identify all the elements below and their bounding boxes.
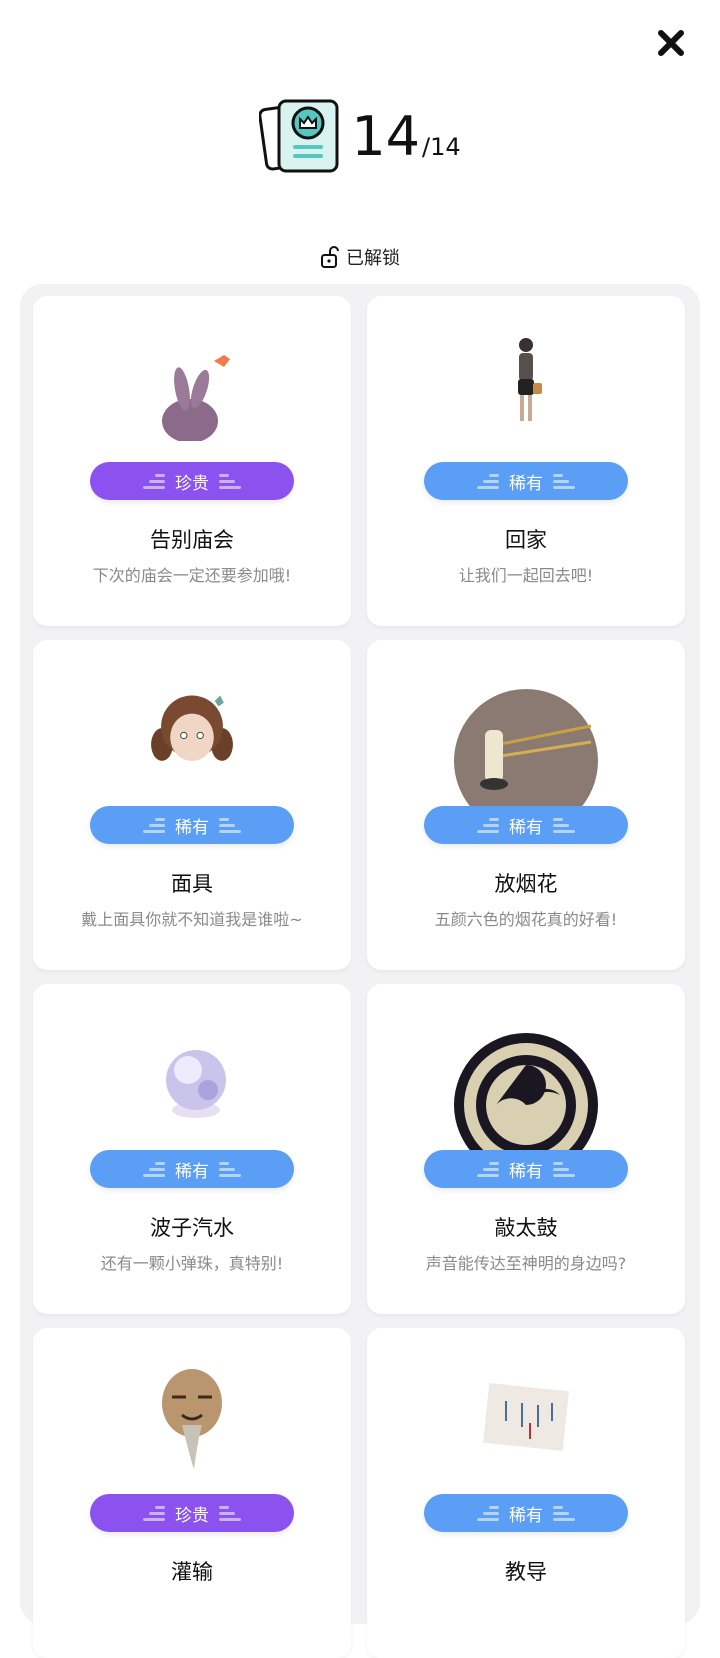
unlock-label: 已解锁 (346, 248, 400, 269)
girl-mask-icon (142, 680, 242, 780)
collection-card[interactable]: 稀有 敲太鼓 声音能传达至神明的身边吗? (367, 984, 685, 1314)
rarity-badge: 稀有 (424, 1150, 628, 1188)
noh-mask-icon (142, 1368, 242, 1469)
rarity-label: 稀有 (509, 1161, 543, 1182)
card-title: 面具 (171, 872, 213, 896)
card-title: 告别庙会 (150, 528, 234, 552)
collection-card[interactable]: 珍贵 灌输 (33, 1328, 351, 1658)
unlock-icon (321, 246, 339, 268)
fireworks-candle-icon (451, 686, 601, 806)
total-count: /14 (422, 133, 461, 161)
collection-card[interactable]: 稀有 放烟花 五颜六色的烟花真的好看! (367, 640, 685, 970)
rarity-label: 稀有 (509, 817, 543, 838)
rarity-label: 珍贵 (175, 1505, 209, 1526)
rarity-badge: 稀有 (90, 1150, 294, 1188)
rarity-badge: 珍贵 (90, 1494, 294, 1532)
rarity-badge: 珍贵 (90, 462, 294, 500)
rarity-badge: 稀有 (424, 806, 628, 844)
collection-grid: 珍贵 告别庙会 下次的庙会一定还要参加哦! 稀有 回家 让我们一起回去吧! 稀有… (33, 296, 687, 1658)
close-button[interactable] (656, 28, 686, 58)
collection-header: 14 /14 (0, 92, 720, 182)
card-title: 教导 (505, 1560, 547, 1584)
card-description: 让我们一起回去吧! (458, 566, 594, 585)
card-title: 回家 (505, 528, 547, 552)
rarity-label: 稀有 (509, 1505, 543, 1526)
collection-count: 14 /14 (351, 110, 460, 164)
collection-panel: 珍贵 告别庙会 下次的庙会一定还要参加哦! 稀有 回家 让我们一起回去吧! 稀有… (20, 284, 700, 1658)
card-description: 下次的庙会一定还要参加哦! (92, 566, 292, 585)
card-description: 五颜六色的烟花真的好看! (434, 910, 618, 929)
card-title: 波子汽水 (150, 1216, 234, 1240)
rarity-label: 珍贵 (175, 473, 209, 494)
unlock-filter[interactable]: 已解锁 (0, 242, 720, 272)
collection-card[interactable]: 稀有 波子汽水 还有一颗小弹珠，真特别! (33, 984, 351, 1314)
card-title: 敲太鼓 (494, 1216, 558, 1240)
rarity-label: 稀有 (509, 473, 543, 494)
rarity-badge: 稀有 (424, 1494, 628, 1532)
rabbit-plush-icon (142, 336, 242, 441)
calligraphy-paper-icon (476, 1368, 576, 1468)
rarity-badge: 稀有 (90, 806, 294, 844)
marble-icon (142, 1024, 242, 1124)
close-icon (658, 30, 684, 56)
card-description: 还有一颗小弹珠，真特别! (100, 1254, 284, 1273)
collection-card[interactable]: 稀有 面具 戴上面具你就不知道我是谁啦~ (33, 640, 351, 970)
collection-card-icon (259, 99, 339, 173)
collection-card[interactable]: 珍贵 告别庙会 下次的庙会一定还要参加哦! (33, 296, 351, 626)
card-title: 灌输 (171, 1560, 213, 1584)
taiko-drum-icon (451, 1030, 601, 1150)
rarity-label: 稀有 (175, 1161, 209, 1182)
collection-card[interactable]: 稀有 回家 让我们一起回去吧! (367, 296, 685, 626)
walking-person-icon (476, 336, 576, 436)
rarity-label: 稀有 (175, 817, 209, 838)
collection-card[interactable]: 稀有 教导 (367, 1328, 685, 1658)
rarity-badge: 稀有 (424, 462, 628, 500)
card-description: 声音能传达至神明的身边吗? (425, 1254, 627, 1273)
card-title: 放烟花 (494, 872, 558, 896)
collected-count: 14 (351, 105, 421, 168)
card-description: 戴上面具你就不知道我是谁啦~ (81, 910, 303, 929)
